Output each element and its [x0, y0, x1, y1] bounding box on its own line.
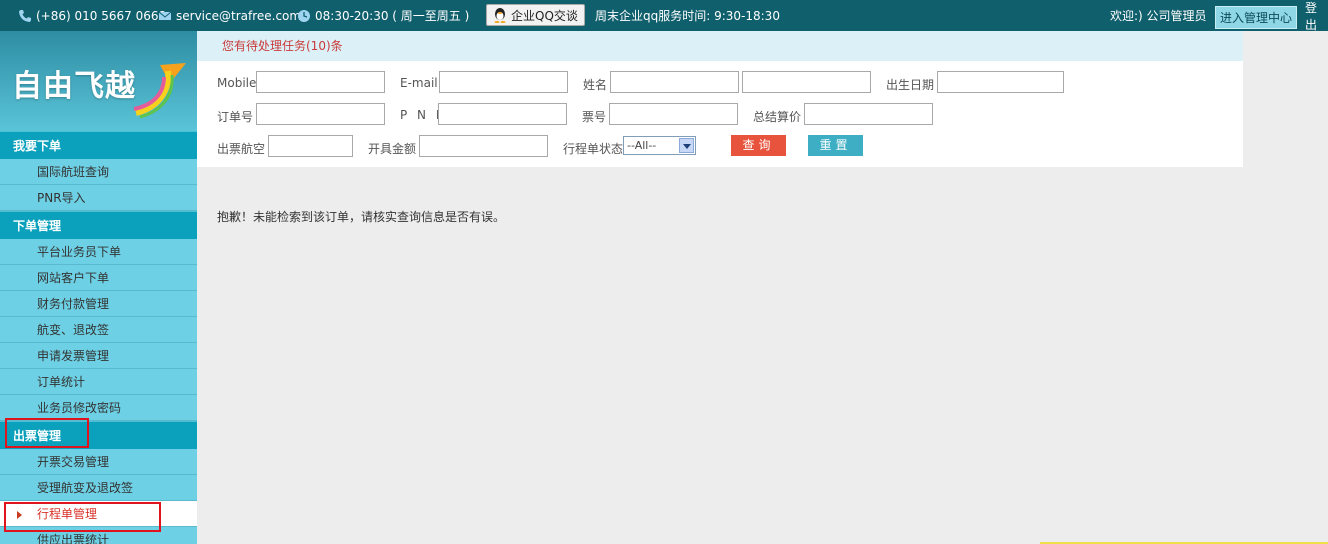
total-price-input[interactable] [804, 103, 933, 125]
airline-label: 出票航空 [217, 142, 266, 156]
nav-pnr-import[interactable]: PNR导入 [0, 185, 197, 211]
amount-label: 开具金额 [368, 142, 417, 156]
order-number-label: 订单号 [217, 110, 254, 124]
main-content: 您有待处理任务(10)条 Mobile E-mail 姓名 出生日期 订单号 P… [197, 31, 1328, 544]
logo: 自由飞越 [0, 31, 197, 131]
phone-info: (+86) 010 5667 0668 [18, 9, 166, 23]
qq-chat-button[interactable]: 企业QQ交谈 [486, 4, 585, 26]
nav-platform-agent-order[interactable]: 平台业务员下单 [0, 239, 197, 265]
total-price-label: 总结算价 [753, 110, 802, 124]
reset-button[interactable]: 重置 [808, 135, 863, 156]
nav-flight-change-refund[interactable]: 航变、退改签 [0, 317, 197, 343]
order-number-input[interactable] [256, 103, 385, 125]
name-label: 姓名 [583, 78, 608, 92]
pending-tasks-bar: 您有待处理任务(10)条 [197, 31, 1243, 61]
logo-text: 自由飞越 [12, 69, 136, 104]
itinerary-status-select[interactable]: --All-- [623, 136, 696, 155]
given-name-input[interactable] [742, 71, 871, 93]
email-address: service@trafree.com [176, 8, 302, 23]
weekend-hours: 周末企业qq服务时间: 9:30-18:30 [595, 9, 780, 23]
welcome-text: 欢迎:) 公司管理员 [1110, 9, 1207, 23]
itinerary-status-label: 行程单状态 [563, 142, 624, 156]
nav-intl-flight-search[interactable]: 国际航班查询 [0, 159, 197, 185]
section-order-management[interactable]: 下单管理 [0, 211, 197, 239]
birth-date-input[interactable] [937, 71, 1064, 93]
mobile-input[interactable] [256, 71, 385, 93]
highlight-box-section [5, 418, 89, 448]
email-info: service@trafree.com [158, 9, 301, 23]
nav-order-statistics[interactable]: 订单统计 [0, 369, 197, 395]
pnr-input[interactable] [438, 103, 567, 125]
highlight-box-item [4, 502, 161, 532]
search-button[interactable]: 查询 [731, 135, 786, 156]
qq-chat-label: 企业QQ交谈 [511, 8, 578, 23]
amount-input[interactable] [419, 135, 548, 157]
no-result-message: 抱歉！未能检索到该订单，请核实查询信息是否有误。 [217, 210, 506, 224]
ticket-number-label: 票号 [582, 110, 607, 124]
sidebar: 自由飞越 我要下单 国际航班查询 PNR导入 下单管理 平台业务员下单 网站客户… [0, 31, 197, 544]
nav-ticketing-transactions[interactable]: 开票交易管理 [0, 449, 197, 475]
qq-penguin-icon [494, 8, 506, 23]
logout-link[interactable]: 登出 [1305, 0, 1328, 33]
email-label: E-mail [400, 76, 438, 90]
nav-finance-payment[interactable]: 财务付款管理 [0, 291, 197, 317]
itinerary-status-value: --All-- [627, 139, 657, 152]
phone-number: (+86) 010 5667 0668 [36, 8, 167, 23]
top-bar: (+86) 010 5667 0668 service@trafree.com … [0, 0, 1328, 33]
nav-website-customer-order[interactable]: 网站客户下单 [0, 265, 197, 291]
ticket-number-input[interactable] [609, 103, 738, 125]
birth-date-label: 出生日期 [886, 78, 935, 92]
hours-text: 08:30-20:30 ( 周一至周五 ) [315, 9, 470, 23]
mobile-label: Mobile [217, 76, 257, 90]
section-order[interactable]: 我要下单 [0, 131, 197, 159]
mail-icon [158, 11, 172, 20]
email-input[interactable] [439, 71, 568, 93]
search-form: Mobile E-mail 姓名 出生日期 订单号 P N R 票号 总结算价 … [197, 61, 1243, 167]
nav-handle-flight-change[interactable]: 受理航变及退改签 [0, 475, 197, 501]
clock-icon [298, 9, 310, 22]
phone-icon [19, 9, 31, 22]
service-hours: 08:30-20:30 ( 周一至周五 ) [297, 7, 469, 24]
surname-input[interactable] [610, 71, 739, 93]
pending-tasks-text[interactable]: 您有待处理任务(10)条 [222, 39, 343, 53]
nav-invoice-request[interactable]: 申请发票管理 [0, 343, 197, 369]
admin-center-link[interactable]: 进入管理中心 [1215, 6, 1298, 29]
chevron-down-icon[interactable] [679, 138, 694, 153]
logo-plane-icon [133, 63, 186, 119]
airline-input[interactable] [268, 135, 353, 157]
